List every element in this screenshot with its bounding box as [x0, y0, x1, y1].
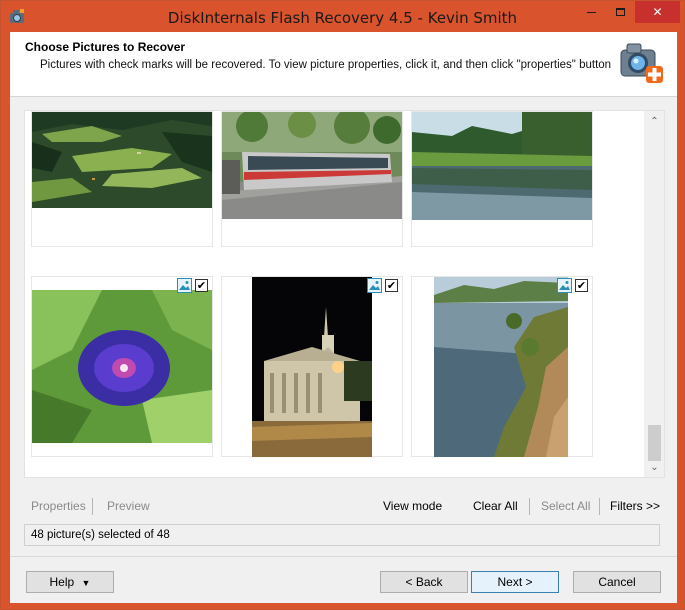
minimize-button[interactable]: [577, 1, 606, 23]
thumbnail-purple-flower[interactable]: [32, 290, 212, 443]
thumbnail-red-tram[interactable]: [222, 112, 402, 219]
gallery-toolbar: Properties Preview View mode Clear All S…: [24, 496, 665, 518]
next-button[interactable]: Next >: [471, 571, 559, 593]
cancel-button[interactable]: Cancel: [573, 571, 661, 593]
minimize-icon: [587, 12, 596, 13]
gallery-item[interactable]: [31, 111, 213, 247]
select-all-button[interactable]: Select All: [541, 499, 590, 513]
close-button[interactable]: ✕: [635, 1, 680, 23]
thumbnail-rocky-coastline[interactable]: [434, 277, 568, 457]
window-border-left: [1, 32, 10, 609]
scrollbar-thumb[interactable]: [648, 425, 661, 461]
select-checkbox[interactable]: ✔: [575, 279, 588, 292]
back-button[interactable]: < Back: [380, 571, 468, 593]
picture-icon: [367, 278, 382, 293]
vertical-scrollbar[interactable]: ⌃ ⌄: [644, 111, 664, 477]
clear-all-button[interactable]: Clear All: [473, 499, 518, 513]
filters-button[interactable]: Filters >>: [610, 499, 660, 513]
thumbnail-building-at-night[interactable]: [252, 277, 372, 457]
select-checkbox[interactable]: ✔: [195, 279, 208, 292]
lake-reflection-image: [412, 112, 592, 220]
properties-button[interactable]: Properties: [31, 499, 86, 513]
page-title: Choose Pictures to Recover: [25, 40, 186, 54]
divider: [10, 556, 677, 557]
purple-flower-image: [32, 290, 212, 443]
app-window: DiskInternals Flash Recovery 4.5 - Kevin…: [0, 0, 685, 610]
close-icon: ✕: [652, 5, 663, 19]
thumbnail-lake-reflection[interactable]: [412, 112, 592, 220]
wizard-header: Choose Pictures to Recover Pictures with…: [10, 32, 677, 97]
gallery-item[interactable]: [411, 111, 593, 247]
dropdown-arrow-icon: ▼: [81, 578, 91, 588]
selection-status: 48 picture(s) selected of 48: [24, 524, 660, 546]
thumbnail-hillside-farmland[interactable]: [32, 112, 212, 208]
help-button-label: Help: [49, 575, 75, 589]
maximize-icon: [616, 8, 625, 16]
gallery-item[interactable]: ✔: [31, 276, 213, 457]
view-mode-button[interactable]: View mode: [383, 499, 442, 513]
building-at-night-image: [252, 277, 372, 457]
toolbar-divider: [529, 498, 530, 515]
help-button[interactable]: Help ▼: [26, 571, 114, 593]
preview-button[interactable]: Preview: [107, 499, 150, 513]
gallery-item[interactable]: ✔: [411, 276, 593, 457]
title-bar[interactable]: DiskInternals Flash Recovery 4.5 - Kevin…: [1, 1, 684, 32]
gallery-item[interactable]: ✔: [221, 276, 403, 457]
red-tram-image: [222, 112, 402, 219]
maximize-button[interactable]: [606, 1, 635, 23]
gallery-item[interactable]: [221, 111, 403, 247]
scroll-down-arrow-icon[interactable]: ⌄: [644, 459, 664, 476]
window-border-right: [677, 32, 684, 609]
toolbar-divider: [599, 498, 600, 515]
content-panel: ✔ ✔ ✔ ⌃ ⌄ Properties Preview View mode C…: [10, 97, 677, 603]
camera-recovery-logo-icon: [620, 43, 663, 83]
page-subtitle: Pictures with check marks will be recove…: [40, 59, 612, 71]
picture-icon: [557, 278, 572, 293]
picture-icon: [177, 278, 192, 293]
picture-gallery[interactable]: ✔ ✔ ✔ ⌃ ⌄: [24, 110, 665, 478]
hillside-farmland-image: [32, 112, 212, 208]
rocky-coastline-image: [434, 277, 568, 457]
window-border-bottom: [1, 603, 684, 609]
select-checkbox[interactable]: ✔: [385, 279, 398, 292]
toolbar-divider: [92, 498, 93, 515]
scroll-up-arrow-icon[interactable]: ⌃: [644, 113, 664, 130]
